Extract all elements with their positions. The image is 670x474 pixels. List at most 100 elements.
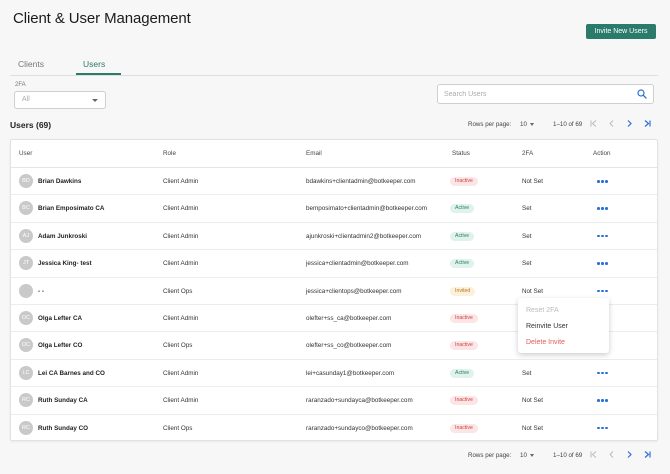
user-role: Client Ops — [163, 287, 193, 295]
more-actions-icon[interactable] — [597, 260, 609, 266]
rows-per-page-select[interactable]: 10 — [520, 452, 527, 459]
next-page-icon[interactable] — [625, 450, 634, 459]
user-name: Jessica King- test — [38, 260, 92, 268]
users-heading: Users (69) — [10, 120, 52, 130]
rows-per-page-label: Rows per page: — [468, 121, 512, 128]
more-actions-icon[interactable] — [597, 178, 609, 184]
column-header-email: Email — [306, 150, 322, 157]
tab-users[interactable]: Users — [83, 59, 105, 69]
pagination-range: 1–10 of 69 — [553, 121, 583, 128]
previous-page-icon[interactable] — [607, 450, 616, 459]
avatar — [19, 283, 33, 298]
reset-2fa-menu-item: Reset 2FA — [526, 307, 559, 314]
last-page-icon[interactable] — [643, 450, 652, 459]
2fa-status: Set — [522, 260, 532, 268]
user-email: bdawkins+clientadmin@botkeeper.com — [306, 178, 416, 185]
page-title: Client & User Management — [13, 10, 191, 27]
action-menu: Reset 2FA Reinvite User Delete Invite — [518, 298, 609, 353]
search-icon[interactable] — [637, 89, 647, 99]
table-row[interactable]: RC Ruth Sunday CO Client Ops raranzado+sund… — [11, 415, 657, 442]
user-email: ajunkroski+clientadmin2@botkeeper.com — [306, 232, 422, 240]
2fa-filter-label: 2FA — [15, 82, 26, 88]
more-actions-icon[interactable] — [597, 205, 609, 211]
status-badge: Active — [450, 231, 475, 241]
status-badge: Inactive — [450, 396, 478, 406]
first-page-icon[interactable] — [589, 450, 598, 459]
status-badge: Inactive — [450, 314, 478, 323]
column-header-user: User — [19, 150, 33, 157]
table-header: User Role Email Status 2FA Action — [11, 140, 657, 168]
rows-per-page-label: Rows per page: — [468, 452, 512, 459]
user-role: Client Admin — [163, 232, 199, 240]
user-email: olefter+ss_co@botkeeper.com — [306, 342, 392, 350]
pagination-range: 1–10 of 69 — [553, 452, 583, 459]
reinvite-user-menu-item[interactable]: Reinvite User — [526, 323, 568, 330]
2fa-status: Set — [522, 369, 532, 377]
user-role: Client Ops — [163, 342, 193, 350]
column-header-2fa: 2FA — [522, 150, 534, 157]
active-tab-indicator — [76, 73, 121, 75]
user-role: Client Ops — [163, 424, 193, 432]
user-email: bemposimato+clientadmin@botkeeper.com — [306, 205, 428, 213]
status-badge: Active — [450, 204, 475, 214]
more-actions-icon[interactable] — [597, 233, 609, 239]
table-row[interactable]: BC Brian Emposimato CA Client Admin bemposi… — [11, 195, 657, 223]
user-email: raranzado+sundayca@botkeeper.com — [306, 397, 413, 405]
2fa-filter-select[interactable]: All — [14, 91, 106, 109]
table-row[interactable]: JT Jessica King- test Client Admin jessica+… — [11, 250, 657, 278]
table-row[interactable]: RC Ruth Sunday CA Client Admin raranzado+su… — [11, 387, 657, 415]
user-role: Client Admin — [163, 205, 199, 213]
more-actions-icon[interactable] — [597, 370, 609, 376]
avatar: BD — [19, 174, 33, 188]
users-table: User Role Email Status 2FA Action BD Bria… — [10, 139, 658, 441]
status-badge: Inactive — [450, 177, 478, 186]
user-name: Olga Lefter CO — [38, 342, 83, 350]
more-actions-icon[interactable] — [597, 425, 609, 431]
column-header-role: Role — [163, 150, 176, 157]
avatar: LC — [19, 365, 33, 380]
chevron-down-icon[interactable] — [530, 123, 534, 126]
search-box — [437, 84, 654, 104]
pagination-bottom: Rows per page: 10 1–10 of 69 — [468, 450, 658, 464]
status-badge: Active — [450, 368, 475, 378]
user-name: Olga Lefter CA — [38, 315, 83, 322]
previous-page-icon[interactable] — [607, 119, 616, 128]
first-page-icon[interactable] — [589, 119, 598, 128]
avatar: AJ — [19, 228, 33, 243]
user-email: jessica+clientadmin@botkeeper.com — [306, 260, 409, 268]
tab-bar: Clients Users — [10, 56, 658, 76]
column-header-status: Status — [452, 150, 470, 157]
user-email: jessica+clientops@botkeeper.com — [306, 287, 402, 295]
2fa-filter-value: All — [22, 96, 30, 103]
chevron-down-icon — [92, 99, 98, 102]
table-row[interactable]: AJ Adam Junkroski Client Admin ajunkroski+c… — [11, 223, 657, 251]
last-page-icon[interactable] — [643, 119, 652, 128]
avatar: OC — [19, 311, 33, 325]
table-row[interactable]: BD Brian Dawkins Client Admin bdawkins+clie… — [11, 168, 657, 196]
more-actions-icon[interactable] — [597, 397, 609, 403]
user-name: - - — [38, 287, 44, 295]
user-name: Brian Emposimato CA — [38, 205, 105, 213]
more-actions-icon[interactable] — [597, 288, 609, 294]
invite-new-users-button[interactable]: Invite New Users — [586, 24, 656, 39]
pagination-top: Rows per page: 10 1–10 of 69 — [468, 119, 658, 133]
table-row[interactable]: LC Lei CA Barnes and CO Client Admin lei+ca… — [11, 360, 657, 388]
avatar: RC — [19, 393, 33, 408]
next-page-icon[interactable] — [625, 119, 634, 128]
status-badge: Invited — [450, 286, 476, 296]
2fa-status: Set — [522, 232, 532, 240]
user-email: olefter+ss_ca@botkeeper.com — [306, 315, 392, 322]
chevron-down-icon[interactable] — [530, 454, 534, 457]
search-input[interactable] — [444, 88, 629, 100]
rows-per-page-select[interactable]: 10 — [520, 121, 527, 128]
delete-invite-menu-item[interactable]: Delete Invite — [526, 339, 565, 346]
user-name: Ruth Sunday CO — [38, 424, 89, 432]
user-role: Client Admin — [163, 397, 199, 405]
user-email: raranzado+sundayco@botkeeper.com — [306, 424, 413, 432]
2fa-status: Not Set — [522, 287, 543, 295]
avatar: BC — [19, 201, 33, 216]
2fa-status: Not Set — [522, 178, 543, 185]
tab-clients[interactable]: Clients — [18, 59, 44, 69]
2fa-status: Not Set — [522, 397, 543, 405]
user-name: Brian Dawkins — [38, 178, 82, 185]
